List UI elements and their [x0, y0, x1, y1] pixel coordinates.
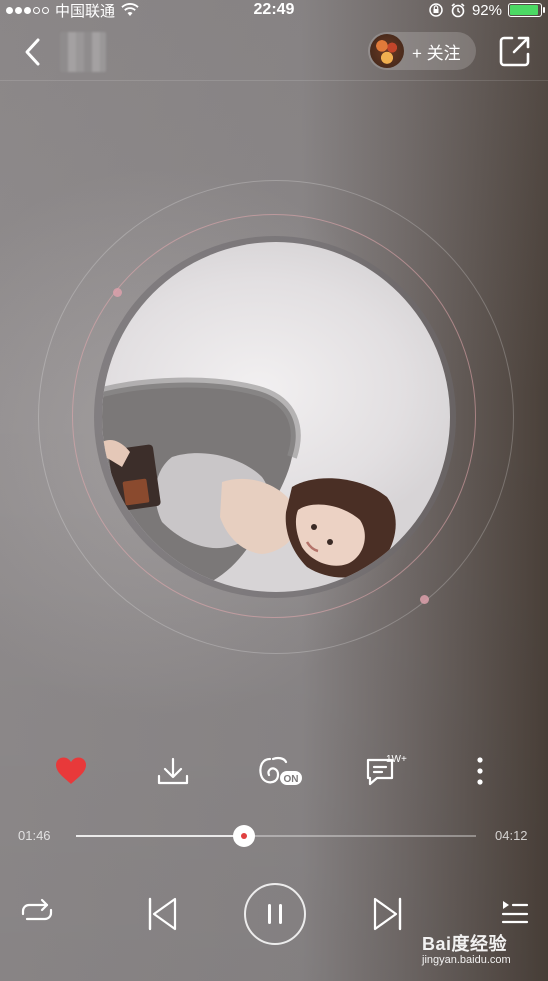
next-track-button[interactable]	[366, 892, 410, 936]
battery-percent: 92%	[471, 1, 502, 19]
artist-avatar[interactable]	[370, 34, 404, 68]
sound-effect-icon: ON	[259, 756, 302, 785]
status-right: 92%	[428, 0, 545, 20]
orbit-dot	[420, 595, 429, 604]
more-button[interactable]	[455, 748, 505, 794]
heart-icon	[56, 757, 86, 784]
download-button[interactable]	[148, 748, 198, 794]
elapsed-time: 01:46	[18, 828, 51, 843]
alarm-icon	[451, 3, 465, 18]
skip-previous-icon	[148, 897, 177, 931]
pause-button[interactable]	[244, 883, 306, 945]
album-disc[interactable]	[0, 150, 548, 690]
total-time: 04:12	[495, 828, 528, 843]
loop-mode-button[interactable]	[16, 894, 58, 930]
share-icon	[499, 36, 530, 67]
playlist-icon	[501, 901, 529, 924]
album-cover[interactable]	[102, 242, 450, 592]
comment-count-badge: 1W+	[386, 754, 407, 765]
status-bar: 中国联通 22:49 92%	[0, 0, 548, 20]
progress-track[interactable]	[76, 825, 476, 847]
more-vertical-icon	[477, 757, 483, 785]
rotation-lock-icon	[429, 3, 443, 17]
chevron-left-icon	[25, 38, 40, 66]
player-header: + 关注	[0, 22, 548, 80]
pause-icon	[268, 904, 282, 924]
back-button[interactable]	[18, 34, 52, 70]
header-divider	[0, 80, 548, 81]
action-bar: ON	[0, 748, 548, 798]
watermark-logo: Bai度经验	[422, 934, 508, 954]
progress-fill	[76, 835, 244, 837]
like-button[interactable]	[46, 748, 96, 794]
effect-on-badge: ON	[284, 774, 299, 785]
baidu-jingyan-watermark: Bai度经验 jingyan.baidu.com	[420, 926, 544, 976]
previous-track-button[interactable]	[140, 892, 184, 936]
album-cover-photo	[102, 377, 396, 592]
progress-thumb-core	[241, 833, 247, 839]
watermark-url: jingyan.baidu.com	[422, 954, 511, 966]
progress-thumb[interactable]	[233, 825, 255, 847]
playlist-button[interactable]	[496, 894, 532, 930]
follow-label: + 关注	[412, 43, 461, 63]
battery-icon	[508, 3, 545, 17]
skip-next-icon	[373, 897, 402, 931]
loop-icon	[21, 898, 53, 921]
follow-button[interactable]: + 关注	[368, 32, 476, 70]
sound-effect-button[interactable]: ON	[255, 748, 305, 794]
download-icon	[157, 757, 189, 785]
progress-bar: 01:46 04:12	[0, 822, 548, 850]
battery-level	[510, 5, 538, 15]
song-title-mosaic	[60, 32, 106, 72]
share-button[interactable]	[498, 34, 532, 68]
